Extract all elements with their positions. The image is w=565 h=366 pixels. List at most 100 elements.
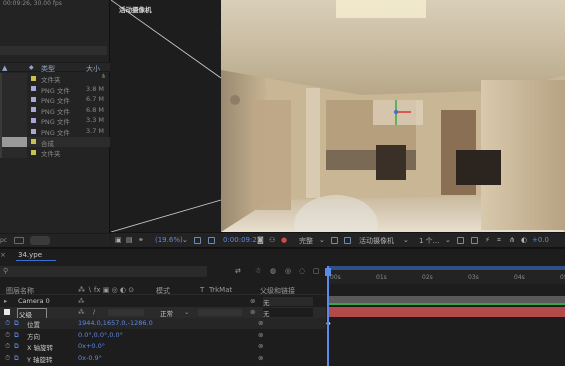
quality-switch-icon[interactable]: ∕ xyxy=(93,308,95,316)
shy-switch-icon[interactable]: ⁂ xyxy=(78,297,85,305)
property-row[interactable]: ⏱ ⧉ 位置 1944.0,1657.0,-1286.0 ⊚ xyxy=(0,318,326,329)
parent-pickwhip-icon[interactable]: ⊚ xyxy=(250,297,255,305)
sort-arrow-icon[interactable]: ▲ xyxy=(2,64,7,72)
property-pickwhip-icon[interactable]: ⊚ xyxy=(258,319,263,327)
project-item-row[interactable]: PNG 文件 6.7 M xyxy=(0,94,110,105)
stopwatch-icon[interactable]: ⏱ xyxy=(5,319,10,328)
blend-mode-dropdown[interactable]: 正常 xyxy=(160,308,173,318)
comp-flowchart-icon[interactable]: ⇄ xyxy=(235,267,241,275)
property-row[interactable]: ⏱ ⧉ 方向 0.0°,0.0°,0.0° ⊚ xyxy=(0,330,326,341)
column-parent[interactable]: 父级和链接 xyxy=(260,286,295,296)
property-pickwhip-icon[interactable]: ⊚ xyxy=(258,354,263,362)
parent-pickwhip-icon[interactable]: ⊚ xyxy=(250,308,255,316)
color-depth-icon[interactable] xyxy=(14,237,24,244)
exposure-reset-icon[interactable]: ◐ xyxy=(521,236,527,244)
trash-icon[interactable] xyxy=(30,236,50,245)
motion-blur-icon[interactable]: ◎ xyxy=(285,267,291,275)
graph-editor-icon[interactable]: ◌ xyxy=(299,267,305,275)
property-pickwhip-icon[interactable]: ⊚ xyxy=(258,342,263,350)
shy-layers-icon[interactable]: ☃ xyxy=(255,267,261,275)
column-layer-name[interactable]: 图层名称 xyxy=(6,286,34,296)
grid-icon[interactable] xyxy=(208,237,215,244)
project-search-input[interactable] xyxy=(0,46,107,55)
resolution-dropdown[interactable]: 完整 xyxy=(299,236,313,246)
work-area-bar[interactable] xyxy=(327,266,565,270)
color-channel-icon[interactable]: ● xyxy=(281,236,287,244)
exposure-value[interactable]: +0.0 xyxy=(532,236,549,244)
label-color-swatch[interactable] xyxy=(31,96,36,102)
zoom-dropdown[interactable]: (19.6%) xyxy=(155,236,183,244)
region-of-interest-icon[interactable] xyxy=(331,237,338,244)
label-color-swatch[interactable] xyxy=(31,128,36,134)
column-t[interactable]: T xyxy=(200,286,204,294)
label-color-swatch[interactable] xyxy=(31,149,36,155)
parent-dropdown[interactable]: 无 xyxy=(263,308,313,318)
property-value[interactable]: 1944.0,1657.0,-1286.0 xyxy=(78,319,153,327)
parent-layer-track[interactable] xyxy=(327,307,565,317)
property-link-icon[interactable]: ⧉ xyxy=(14,319,19,328)
layer-name[interactable]: Camera 0 xyxy=(18,297,50,305)
layer-color-label[interactable] xyxy=(4,309,10,315)
layer-row-camera[interactable]: ▸ Camera 0 ⁂ ⊚ 无 xyxy=(0,296,326,307)
project-item-row[interactable]: 文件夹 xyxy=(0,73,110,84)
stopwatch-icon[interactable]: ⏱ xyxy=(5,354,10,363)
blend-mode-chevron-icon[interactable]: ⌄ xyxy=(184,308,189,316)
property-link-icon[interactable]: ⧉ xyxy=(14,342,19,351)
trkmat-dropdown[interactable] xyxy=(198,309,242,316)
fast-preview-icon[interactable]: ⚡ xyxy=(485,236,490,244)
render-range-icon[interactable]: ▢ xyxy=(313,267,320,275)
view-layout-dropdown[interactable]: 1 个... xyxy=(419,236,439,246)
property-row[interactable]: ⏱ ⧉ Y 轴旋转 0x-0.9° ⊚ xyxy=(0,353,326,364)
stopwatch-icon[interactable]: ⏱ xyxy=(5,342,10,351)
snapshot-icon[interactable]: ⚭ xyxy=(138,236,144,244)
layer-search-input[interactable]: ⚲ xyxy=(0,266,207,277)
shy-switch-icon[interactable]: ⁂ xyxy=(78,308,85,316)
close-tab-icon[interactable]: × xyxy=(0,251,6,259)
property-link-icon[interactable]: ⧉ xyxy=(14,354,19,363)
project-item-row[interactable]: PNG 文件 3.7 M xyxy=(0,126,110,137)
project-item-row[interactable]: PNG 文件 3.8 M xyxy=(0,83,110,95)
frame-blending-icon[interactable]: ◍ xyxy=(270,267,276,275)
transparency-grid-icon[interactable] xyxy=(344,237,351,244)
camera-view-dropdown[interactable]: 活动摄像机 xyxy=(359,236,394,246)
timeline-link-icon[interactable]: ⌗ xyxy=(497,236,501,245)
expand-arrow-icon[interactable]: ▸ xyxy=(4,297,7,305)
label-color-swatch[interactable] xyxy=(31,75,36,81)
stopwatch-icon[interactable]: ⏱ xyxy=(5,331,10,340)
flowchart-view-icon[interactable]: ⋔ xyxy=(509,236,515,244)
label-color-swatch[interactable] xyxy=(31,139,36,145)
property-row[interactable]: ⏱ ⧉ X 轴旋转 0x+0.0° ⊚ xyxy=(0,341,326,352)
camera-chevron-icon[interactable]: ⌄ xyxy=(403,236,409,244)
camera-snapshot-icon[interactable]: ◙ xyxy=(257,236,264,244)
project-item-row[interactable]: PNG 文件 3.3 M xyxy=(0,115,110,126)
project-item-row[interactable]: 文件夹 xyxy=(0,147,110,158)
composition-tab[interactable]: 34.ype xyxy=(18,251,42,259)
property-pickwhip-icon[interactable]: ⊚ xyxy=(258,331,263,339)
composition-viewer[interactable] xyxy=(111,0,565,232)
column-mode[interactable]: 模式 xyxy=(156,286,170,296)
flowchart-icon[interactable]: ⋔ xyxy=(101,73,106,80)
zoom-chevron-icon[interactable]: ⌄ xyxy=(182,236,188,244)
layer-row-parent[interactable]: 父级 ⁂ ∕ 正常 ⌄ ⊚ 无 xyxy=(0,307,326,320)
label-color-swatch[interactable] xyxy=(31,117,36,123)
label-color-swatch[interactable] xyxy=(31,107,36,113)
show-snapshot-icon[interactable]: ⚇ xyxy=(269,236,275,244)
label-color-swatch[interactable] xyxy=(31,86,36,92)
view-options-icon[interactable] xyxy=(457,237,464,244)
current-time-indicator-head[interactable] xyxy=(325,268,331,276)
property-value[interactable]: 0x+0.0° xyxy=(78,342,105,350)
column-trkmat[interactable]: TrkMat xyxy=(209,286,232,294)
property-value[interactable]: 0.0°,0.0°,0.0° xyxy=(78,331,123,339)
current-time[interactable]: 0:00:09:21 xyxy=(223,236,261,244)
resolution-chevron-icon[interactable]: ⌄ xyxy=(319,236,325,244)
title-safe-icon[interactable] xyxy=(194,237,201,244)
always-preview-icon[interactable]: ▣ xyxy=(115,236,122,244)
property-link-icon[interactable]: ⧉ xyxy=(14,331,19,340)
mask-visibility-icon[interactable]: ▤ xyxy=(126,236,133,244)
label-column-icon[interactable]: ◆ xyxy=(29,64,34,71)
layer-switches[interactable] xyxy=(108,309,144,316)
current-time-indicator[interactable] xyxy=(327,266,329,366)
pixel-aspect-icon[interactable] xyxy=(471,237,478,244)
parent-dropdown[interactable]: 无 xyxy=(263,297,313,307)
project-item-row[interactable]: 合成 xyxy=(0,136,110,148)
